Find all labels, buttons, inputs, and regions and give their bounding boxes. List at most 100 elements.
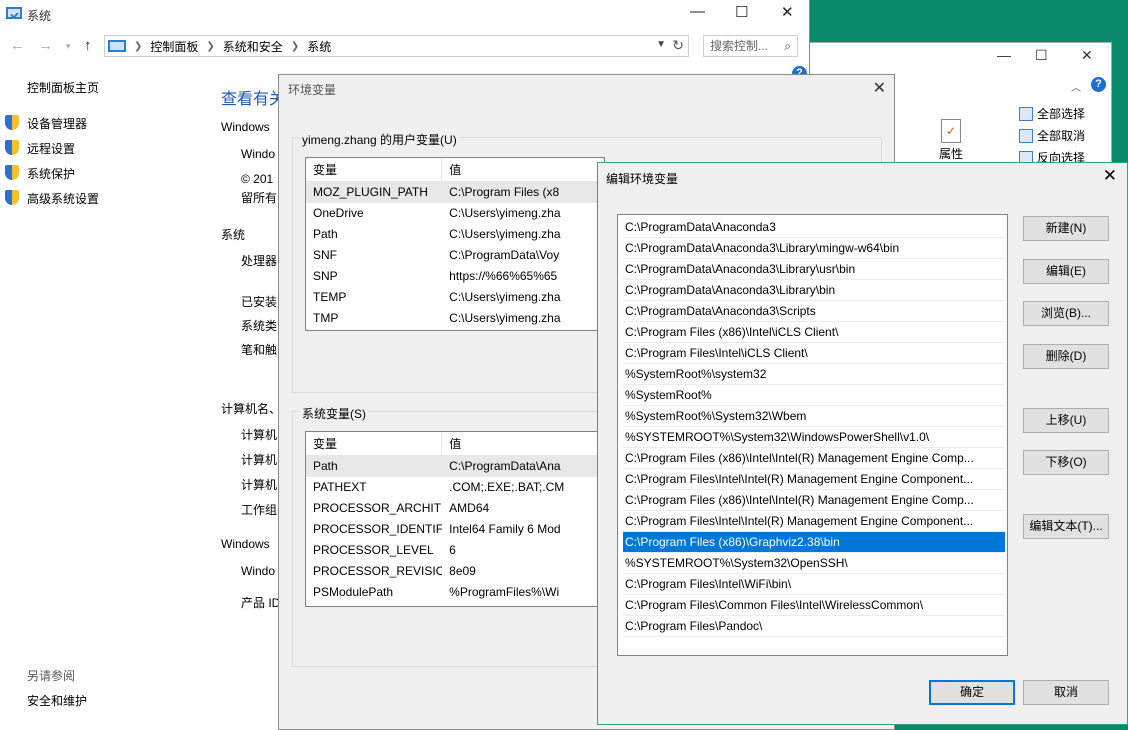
table-row[interactable]: OneDrive C:\Users\yimeng.zha (306, 203, 604, 224)
list-item[interactable]: C:\ProgramData\Anaconda3\Library\bin (623, 280, 1005, 301)
table-row[interactable]: PSModulePath %ProgramFiles%\Wi (306, 582, 604, 603)
list-item[interactable]: C:\Program Files\Pandoc\ (623, 616, 1005, 637)
maximize-icon[interactable]: ☐ (1035, 47, 1048, 64)
list-item[interactable]: %SystemRoot%\System32\Wbem (623, 406, 1005, 427)
table-header: 变量 值 (306, 432, 604, 456)
properties-label: 属性 (939, 147, 964, 161)
list-item[interactable]: C:\ProgramData\Anaconda3 (623, 217, 1005, 238)
table-row[interactable]: TMP C:\Users\yimeng.zha (306, 308, 604, 329)
shield-icon (5, 140, 19, 155)
table-header: 变量 值 (306, 158, 604, 182)
move-down-button[interactable]: 下移(O) (1023, 450, 1109, 475)
address-row: ← → ▾ ↑ ❯ 控制面板 ❯ 系统和安全 ❯ 系统 ▼ ↻ 搜索控制... … (0, 33, 809, 59)
breadcrumb-system-security[interactable]: 系统和安全 (223, 38, 283, 55)
table-row[interactable]: PROCESSOR_ARCHITECT...AMD64 (306, 498, 604, 519)
table-row[interactable]: Path C:\Users\yimeng.zha (306, 224, 604, 245)
table-row[interactable]: PROCESSOR_LEVEL 6 (306, 540, 604, 561)
list-item[interactable]: C:\Program Files (x86)\Graphviz2.38\bin (623, 532, 1005, 553)
select-none-button[interactable]: 全部取消 (1019, 127, 1085, 144)
table-row[interactable]: PATHEXT .COM;.EXE;.BAT;.CM (306, 477, 604, 498)
list-item[interactable]: C:\Program Files\Intel\Intel(R) Manageme… (623, 511, 1005, 532)
list-item[interactable]: C:\Program Files (x86)\Intel\iCLS Client… (623, 322, 1005, 343)
close-icon[interactable]: ✕ (1103, 166, 1117, 186)
breadcrumb-system[interactable]: 系统 (307, 38, 331, 55)
list-item[interactable]: %SYSTEMROOT%\System32\OpenSSH\ (623, 553, 1005, 574)
properties-button[interactable]: ✓ (941, 119, 961, 143)
maximize-icon[interactable]: ☐ (735, 3, 748, 21)
copyright-text: © 201 (241, 172, 274, 186)
help-icon[interactable]: ? (1091, 77, 1106, 92)
window-title: 系统 (27, 9, 52, 23)
advanced-system-settings-link[interactable]: 高级系统设置 (27, 190, 99, 207)
column-header-variable[interactable]: 变量 (306, 432, 443, 455)
search-input[interactable]: 搜索控制... ⌕ (703, 35, 798, 57)
forward-arrow-icon[interactable]: → (38, 37, 53, 54)
refresh-icon[interactable]: ↻ (672, 37, 684, 54)
chevron-up-icon[interactable]: ︿ (1071, 79, 1081, 94)
address-bar[interactable]: ❯ 控制面板 ❯ 系统和安全 ❯ 系统 ▼ ↻ (104, 35, 689, 57)
address-dropdown-icon[interactable]: ▼ (656, 39, 666, 50)
column-header-variable[interactable]: 变量 (306, 158, 443, 181)
back-arrow-icon[interactable]: ← (10, 37, 25, 54)
security-maintenance-link[interactable]: 安全和维护 (27, 692, 87, 709)
ok-button[interactable]: 确定 (929, 680, 1015, 705)
list-item[interactable]: %SystemRoot%\system32 (623, 364, 1005, 385)
list-item[interactable]: C:\ProgramData\Anaconda3\Scripts (623, 301, 1005, 322)
system-icon (6, 7, 22, 19)
move-up-button[interactable]: 上移(U) (1023, 408, 1109, 433)
column-header-value[interactable]: 值 (442, 158, 604, 181)
close-icon[interactable]: ✕ (873, 78, 886, 98)
up-arrow-icon[interactable]: ↑ (84, 37, 92, 54)
user-vars-table[interactable]: 变量 值 MOZ_PLUGIN_PATH C:\Program Files (x8… (305, 157, 605, 331)
table-row[interactable]: SNF C:\ProgramData\Voy (306, 245, 604, 266)
browse-button[interactable]: 浏览(B)... (1023, 301, 1109, 326)
computer-name-label: 计算机 (241, 428, 278, 442)
cancel-button[interactable]: 取消 (1023, 680, 1109, 705)
list-item[interactable]: C:\Program Files (x86)\Intel\Intel(R) Ma… (623, 448, 1005, 469)
minimize-icon[interactable]: — (997, 47, 1011, 63)
system-vars-table[interactable]: 变量 值 Path C:\ProgramData\Ana PATHEXT .COM;… (305, 431, 605, 607)
list-item[interactable]: C:\Program Files\Intel\WiFi\bin\ (623, 574, 1005, 595)
control-panel-home-link[interactable]: 控制面板主页 (27, 79, 99, 96)
table-row[interactable]: PROCESSOR_IDENTIFIERIntel64 Family 6 Mod (306, 519, 604, 540)
column-header-value[interactable]: 值 (442, 432, 604, 455)
table-row[interactable]: SNP https://%66%65%65 (306, 266, 604, 287)
list-item[interactable]: C:\ProgramData\Anaconda3\Library\usr\bin (623, 259, 1005, 280)
computer-fullname-label: 计算机 (241, 453, 278, 467)
list-item[interactable]: C:\Program Files\Intel\Intel(R) Manageme… (623, 469, 1005, 490)
list-item[interactable]: C:\Program Files\Common Files\Intel\Wire… (623, 595, 1005, 616)
table-row[interactable]: PROCESSOR_REVISION 8e09 (306, 561, 604, 582)
chevron-right-icon[interactable]: ❯ (291, 41, 299, 52)
select-all-button[interactable]: 全部选择 (1019, 105, 1085, 122)
chevron-right-icon[interactable]: ❯ (134, 41, 142, 52)
edit-button[interactable]: 编辑(E) (1023, 259, 1109, 284)
system-protection-link[interactable]: 系统保护 (27, 165, 75, 182)
path-list[interactable]: C:\ProgramData\Anaconda3 C:\ProgramData\A… (617, 214, 1008, 656)
list-item[interactable]: C:\ProgramData\Anaconda3\Library\mingw-w… (623, 238, 1005, 259)
processor-label: 处理器 (241, 254, 278, 268)
table-row[interactable]: TEMP C:\Users\yimeng.zha (306, 287, 604, 308)
activation-status-label: Windo (241, 564, 276, 578)
list-item[interactable]: %SystemRoot% (623, 385, 1005, 406)
pen-touch-label: 笔和触 (241, 343, 278, 357)
edit-text-button[interactable]: 编辑文本(T)... (1023, 514, 1109, 539)
close-icon[interactable]: ✕ (781, 3, 794, 21)
delete-button[interactable]: 删除(D) (1023, 344, 1109, 369)
history-dropdown-icon[interactable]: ▾ (66, 41, 71, 52)
edit-environment-variable-dialog: 编辑环境变量 ✕ C:\ProgramData\Anaconda3 C:\Prog… (597, 162, 1128, 725)
table-row[interactable]: Path C:\ProgramData\Ana (306, 456, 604, 477)
list-item[interactable]: C:\Program Files (x86)\Intel\Intel(R) Ma… (623, 490, 1005, 511)
chevron-right-icon[interactable]: ❯ (206, 41, 214, 52)
remote-settings-link[interactable]: 远程设置 (27, 140, 75, 157)
minimize-icon[interactable]: — (690, 3, 705, 20)
rights-text: 留所有 (241, 191, 278, 205)
list-item[interactable]: C:\Program Files\Intel\iCLS Client\ (623, 343, 1005, 364)
table-row[interactable]: MOZ_PLUGIN_PATH C:\Program Files (x8 (306, 182, 604, 203)
breadcrumb-control-panel[interactable]: 控制面板 (150, 38, 198, 55)
list-item[interactable]: %SYSTEMROOT%\System32\WindowsPowerShell\… (623, 427, 1005, 448)
close-icon[interactable]: ✕ (1081, 47, 1093, 64)
dialog-title: 编辑环境变量 (606, 172, 679, 186)
device-manager-link[interactable]: 设备管理器 (27, 115, 87, 132)
new-button[interactable]: 新建(N) (1023, 216, 1109, 241)
dialog-title: 环境变量 (288, 83, 337, 97)
